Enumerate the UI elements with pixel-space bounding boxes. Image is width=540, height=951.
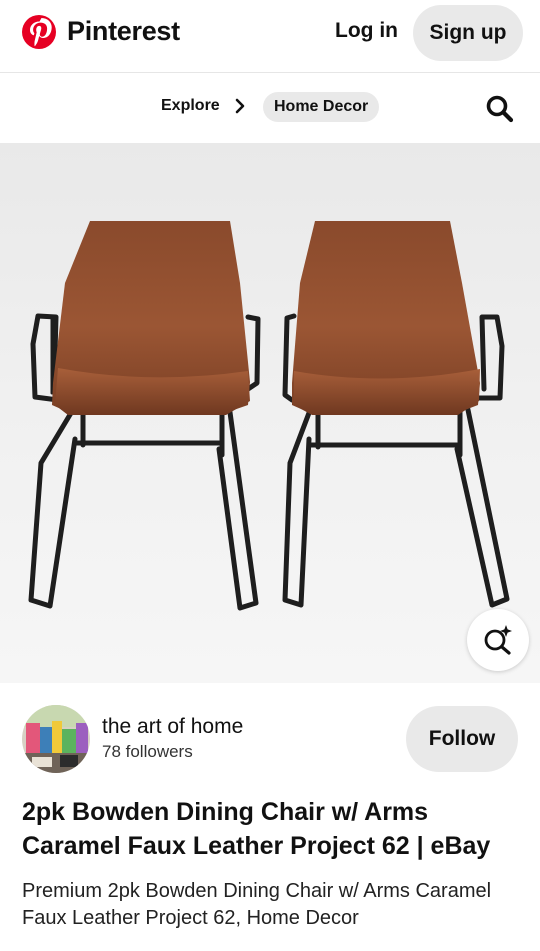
breadcrumb-home-decor[interactable]: Home Decor	[263, 92, 380, 122]
chevron-right-icon	[235, 98, 245, 114]
follower-count: 78 followers	[102, 742, 193, 761]
search-icon[interactable]	[484, 93, 516, 125]
pinterest-logo-icon[interactable]	[22, 15, 56, 49]
creator-name[interactable]: the art of home	[102, 715, 243, 739]
follow-button[interactable]: Follow	[406, 706, 518, 772]
breadcrumb: Explore Home Decor	[0, 73, 540, 143]
signup-button[interactable]: Sign up	[413, 5, 523, 61]
visual-search-button[interactable]	[467, 609, 529, 671]
login-link[interactable]: Log in	[335, 19, 398, 43]
pin-image[interactable]	[0, 143, 540, 683]
pin-title: 2pk Bowden Dining Chair w/ Arms Caramel …	[22, 798, 491, 860]
lens-sparkle-icon	[484, 625, 512, 655]
brand-name[interactable]: Pinterest	[67, 16, 180, 47]
chairs-illustration	[28, 221, 510, 611]
pin-description: Premium 2pk Bowden Dining Chair w/ Arms …	[22, 880, 492, 929]
top-bar: Pinterest Log in Sign up	[0, 0, 540, 73]
breadcrumb-explore[interactable]: Explore	[161, 97, 220, 115]
avatar-image	[22, 705, 90, 773]
creator-avatar[interactable]	[22, 705, 90, 773]
